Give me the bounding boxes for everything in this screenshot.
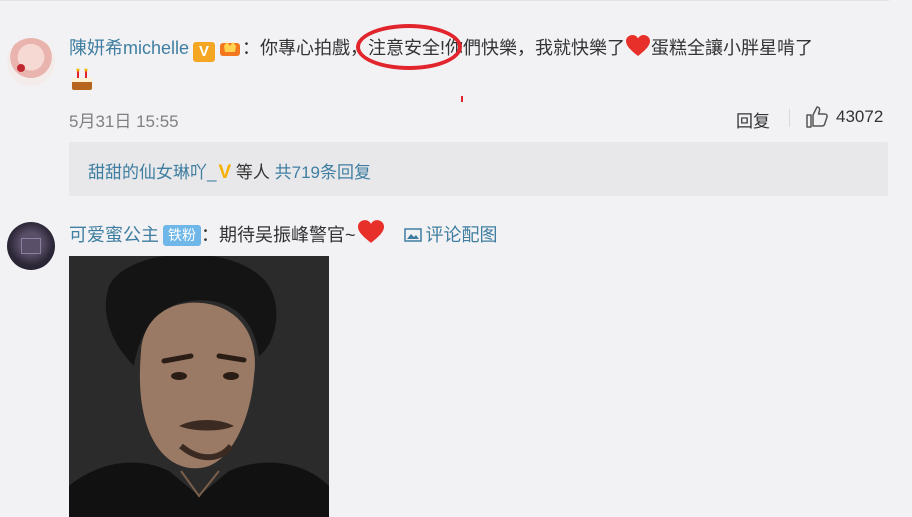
reply-button[interactable]: 回复 xyxy=(736,107,770,132)
divider xyxy=(0,0,889,1)
avatar[interactable] xyxy=(7,38,55,86)
image-icon xyxy=(403,228,422,242)
reply-username[interactable]: 甜甜的仙女琳吖_ xyxy=(88,163,216,182)
fan-badge: 铁粉 xyxy=(163,225,201,246)
crown-badge-icon xyxy=(220,42,241,56)
verified-v-icon: V xyxy=(193,42,216,62)
verified-v-icon: V xyxy=(218,162,232,183)
username-link[interactable]: 可爱蜜公主 xyxy=(69,225,159,245)
comment-image[interactable] xyxy=(69,256,329,517)
reply-count-link[interactable]: 共719条回复 xyxy=(275,163,371,182)
comment-text: 可爱蜜公主 铁粉 ：期待吴振峰警官~ 评论配图 xyxy=(69,219,498,247)
comment-thread: 陳妍希michelle V ：你專心拍戲， 注意安全!你們快樂，我就快樂了 蛋糕全讓小胖… xyxy=(0,0,912,517)
like-count: 43072 xyxy=(836,107,884,126)
comment-text-cont xyxy=(69,66,95,94)
portrait-image xyxy=(69,256,329,517)
divider xyxy=(789,109,790,127)
comment-text: 陳妍希michelle V ：你專心拍戲， 注意安全!你們快樂，我就快樂了 蛋糕全讓小胖… xyxy=(69,24,813,70)
username-link[interactable]: 陳妍希michelle xyxy=(69,38,189,58)
avatar[interactable] xyxy=(7,222,55,270)
heart-icon xyxy=(357,220,384,243)
replies-summary[interactable]: 甜甜的仙女琳吖_ V 等人 共719条回复 xyxy=(69,142,888,196)
thumbs-up-icon[interactable] xyxy=(805,105,829,129)
comment-time: 5月31日 15:55 xyxy=(69,112,179,131)
circled-text: 注意安全! xyxy=(356,24,463,70)
comment-image-link[interactable]: 评论配图 xyxy=(403,225,498,245)
annotation-mark xyxy=(461,96,463,102)
cake-icon xyxy=(72,68,92,90)
heart-icon xyxy=(626,35,651,56)
annotation-ellipse xyxy=(356,24,463,70)
